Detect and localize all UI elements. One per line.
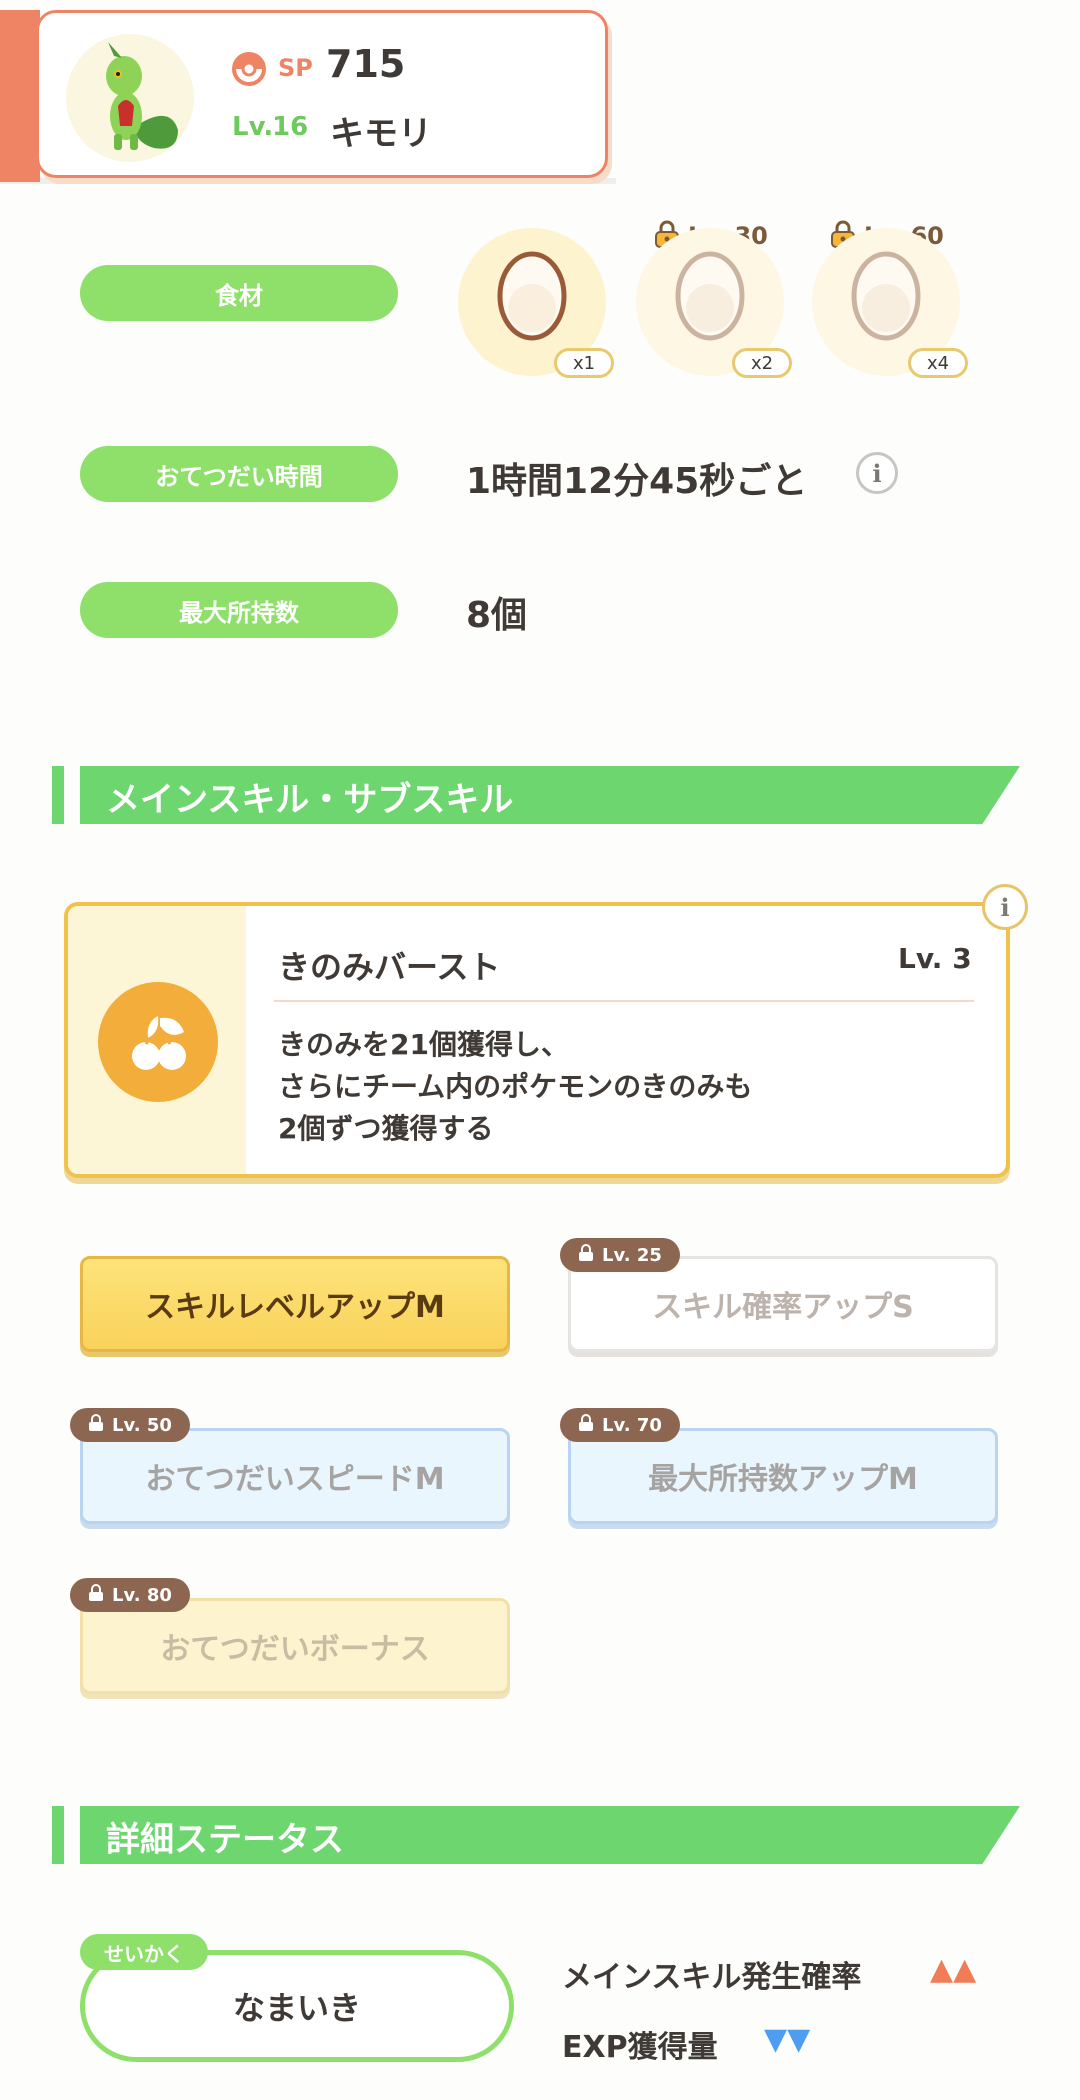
sub-skill-3-unlock-level: Lv. 50 — [112, 1414, 172, 1436]
main-skill-divider — [274, 1000, 974, 1002]
help-time-value: 1時間12分45秒ごと — [466, 461, 808, 502]
sub-skill-4-unlock: Lv. 70 — [560, 1408, 680, 1442]
lock-icon — [578, 1243, 594, 1267]
treecko-avatar — [106, 42, 178, 150]
nature-effect-down-arrows: ▼▼ — [764, 2022, 811, 2057]
section-marker — [52, 766, 64, 824]
pokemon-name: キモリ — [330, 114, 432, 154]
section-marker — [52, 1806, 64, 1864]
main-skill-level: Lv. 3 — [898, 942, 972, 975]
help-time-info-button[interactable]: i — [856, 452, 898, 494]
skills-section-title: メインスキル・サブスキル — [106, 780, 514, 820]
sub-skill-4-unlock-level: Lv. 70 — [602, 1414, 662, 1436]
main-skill-description: きのみを21個獲得し、 さらにチーム内のポケモンのきのみも 2個ずつ獲得する — [278, 1028, 753, 1145]
sub-skill-5-unlock-level: Lv. 80 — [112, 1584, 172, 1606]
ingredient-count-2: x2 — [732, 348, 792, 378]
main-skill-name: きのみバースト — [278, 948, 501, 986]
pokeball-icon — [232, 52, 266, 86]
nature-tag: せいかく — [80, 1934, 208, 1970]
lock-icon — [88, 1583, 104, 1607]
info-icon: i — [1000, 892, 1010, 922]
info-icon: i — [872, 458, 882, 488]
sub-skill-5[interactable]: おてつだいボーナス — [80, 1598, 510, 1694]
level-label: Lv. — [232, 112, 274, 142]
sp-value: 715 — [326, 42, 406, 86]
nature-effect-up-arrows: ▲▲ — [930, 1952, 977, 1987]
lock-icon — [88, 1413, 104, 1437]
help-time-label: おてつだい時間 — [80, 446, 398, 502]
sub-skill-4[interactable]: 最大所持数アップM — [568, 1428, 998, 1524]
ingredients-label: 食材 — [80, 265, 398, 321]
sub-skill-3[interactable]: おてつだいスピードM — [80, 1428, 510, 1524]
ingredient-count-3: x4 — [908, 348, 968, 378]
level-value: 16 — [272, 112, 309, 142]
ingredient-count-1: x1 — [554, 348, 614, 378]
max-carry-label: 最大所持数 — [80, 582, 398, 638]
main-skill-info-button[interactable]: i — [982, 884, 1028, 930]
header-divider — [0, 178, 616, 184]
nature-effect-down-label: EXP獲得量 — [562, 2030, 718, 2065]
pokemon-avatar — [66, 34, 194, 162]
lock-icon — [578, 1413, 594, 1437]
sub-skill-2-unlock: Lv. 25 — [560, 1238, 680, 1272]
sub-skill-1[interactable]: スキルレベルアップM — [80, 1256, 510, 1352]
main-skill-card[interactable]: きのみバースト Lv. 3 きのみを21個獲得し、 さらにチーム内のポケモンのき… — [64, 902, 1010, 1178]
berry-burst-icon — [98, 982, 218, 1102]
max-carry-value: 8個 — [466, 595, 528, 636]
status-section-title: 詳細ステータス — [106, 1820, 344, 1860]
sub-skill-3-unlock: Lv. 50 — [70, 1408, 190, 1442]
sub-skill-5-unlock: Lv. 80 — [70, 1578, 190, 1612]
header-accent — [0, 10, 40, 182]
sub-skill-2-unlock-level: Lv. 25 — [602, 1244, 662, 1266]
sp-label: SP — [278, 54, 313, 82]
nature-effect-up-label: メインスキル発生確率 — [562, 1960, 862, 1995]
